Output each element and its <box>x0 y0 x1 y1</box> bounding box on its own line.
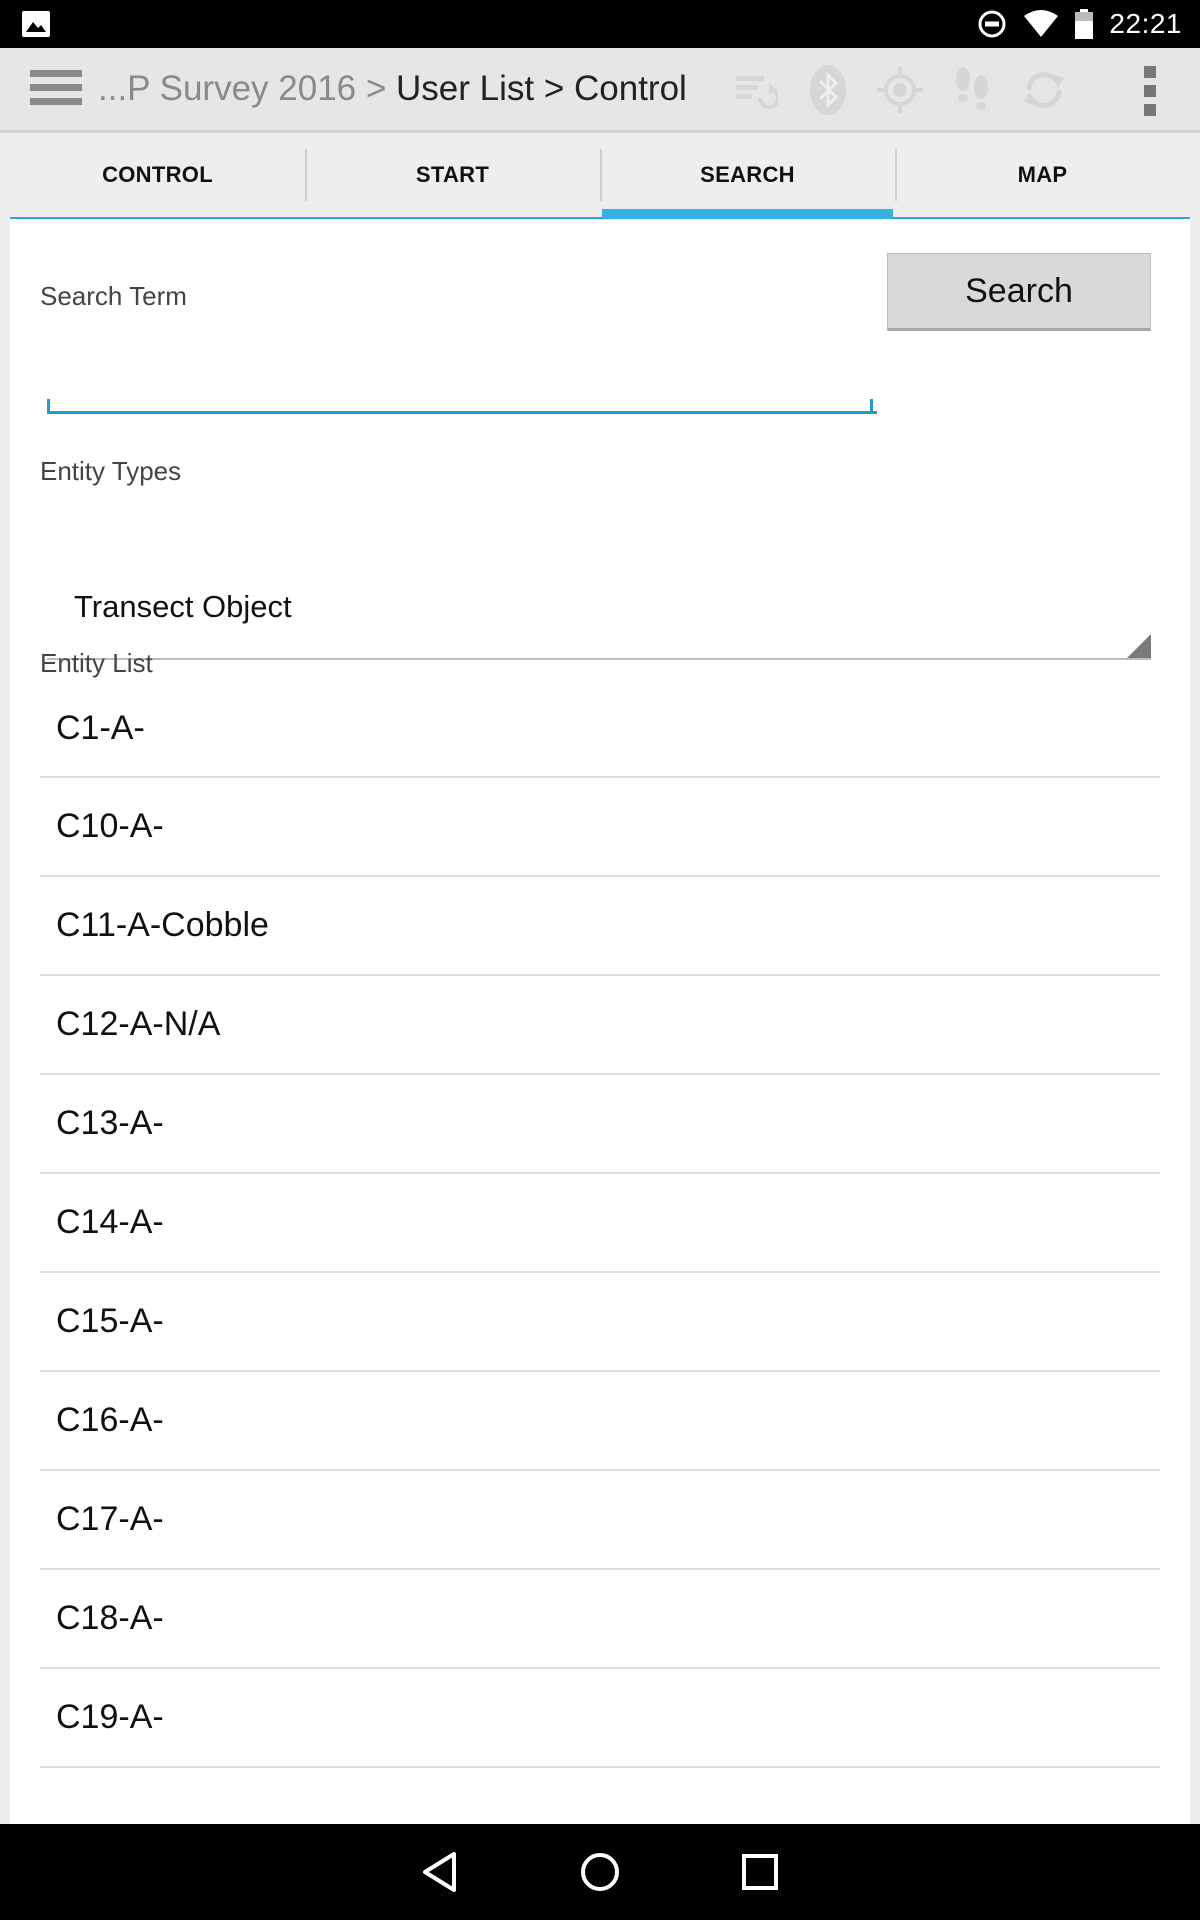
gps-icon[interactable] <box>864 60 936 120</box>
tab-map[interactable]: MAP <box>895 133 1190 217</box>
list-item[interactable]: C12-A-N/A <box>40 976 1160 1075</box>
list-item[interactable]: C14-A- <box>40 1174 1160 1273</box>
do-not-disturb-icon <box>978 10 1006 38</box>
list-item[interactable]: C18-A- <box>40 1570 1160 1669</box>
list-item-label: C14-A- <box>56 1203 164 1241</box>
list-item-label: C11-A-Cobble <box>56 906 269 944</box>
search-term-input[interactable] <box>47 349 877 414</box>
refresh-icon[interactable] <box>1008 60 1080 120</box>
overflow-menu-icon[interactable] <box>1142 66 1158 116</box>
list-item-label: C15-A- <box>56 1302 164 1340</box>
tracking-footsteps-icon[interactable] <box>936 60 1008 120</box>
back-icon[interactable] <box>408 1840 472 1904</box>
sync-list-icon[interactable] <box>720 60 792 120</box>
search-term-label: Search Term <box>40 281 187 311</box>
list-item-label: C1-A- <box>56 709 145 747</box>
list-item-label: C13-A- <box>56 1104 164 1142</box>
entity-list: C1-A- C10-A- C11-A-Cobble C12-A-N/A C13-… <box>40 694 1160 1768</box>
recents-icon[interactable] <box>728 1840 792 1904</box>
status-time: 22:21 <box>1109 8 1182 39</box>
navigation-drawer-icon[interactable] <box>30 70 82 110</box>
list-item-label: C18-A- <box>56 1599 164 1637</box>
tab-search[interactable]: SEARCH <box>600 133 895 219</box>
list-item[interactable]: C10-A- <box>40 778 1160 877</box>
entity-types-selected: Transect Object <box>74 589 292 624</box>
battery-icon <box>1075 9 1094 39</box>
list-item[interactable]: C17-A- <box>40 1471 1160 1570</box>
breadcrumb-current: User List > Control <box>396 69 687 108</box>
entity-list-label: Entity List <box>40 648 153 678</box>
tab-control[interactable]: CONTROL <box>10 133 305 217</box>
list-item[interactable]: C19-A- <box>40 1669 1160 1768</box>
tab-start[interactable]: START <box>305 133 600 217</box>
list-item[interactable]: C15-A- <box>40 1273 1160 1372</box>
home-icon[interactable] <box>568 1840 632 1904</box>
search-button[interactable]: Search <box>887 253 1151 331</box>
breadcrumb: ...P Survey 2016 > User List > Control <box>98 48 687 130</box>
dropdown-arrow-icon <box>1127 634 1151 658</box>
tab-bar: CONTROL START SEARCH MAP <box>10 133 1190 219</box>
list-item[interactable]: C1-A- <box>40 694 1160 778</box>
action-bar: ...P Survey 2016 > User List > Control <box>0 48 1200 133</box>
entity-types-label: Entity Types <box>40 456 182 486</box>
bluetooth-icon[interactable] <box>792 60 864 120</box>
list-item[interactable]: C13-A- <box>40 1075 1160 1174</box>
system-navigation-bar <box>0 1824 1200 1920</box>
entity-types-dropdown[interactable]: Transect Object <box>47 545 1151 660</box>
gallery-icon <box>22 11 50 37</box>
list-item[interactable]: C11-A-Cobble <box>40 877 1160 976</box>
list-item-label: C16-A- <box>56 1401 164 1439</box>
list-item-label: C19-A- <box>56 1698 164 1736</box>
list-item-label: C10-A- <box>56 807 164 845</box>
wifi-icon <box>1024 10 1059 37</box>
status-bar: 22:21 <box>0 0 1200 48</box>
search-panel: Search Term Search Entity Types Transect… <box>10 219 1190 1824</box>
list-item-label: C12-A-N/A <box>56 1005 221 1043</box>
list-item[interactable]: C16-A- <box>40 1372 1160 1471</box>
list-item-label: C17-A- <box>56 1500 164 1538</box>
breadcrumb-prefix: ...P Survey 2016 > <box>98 69 397 108</box>
